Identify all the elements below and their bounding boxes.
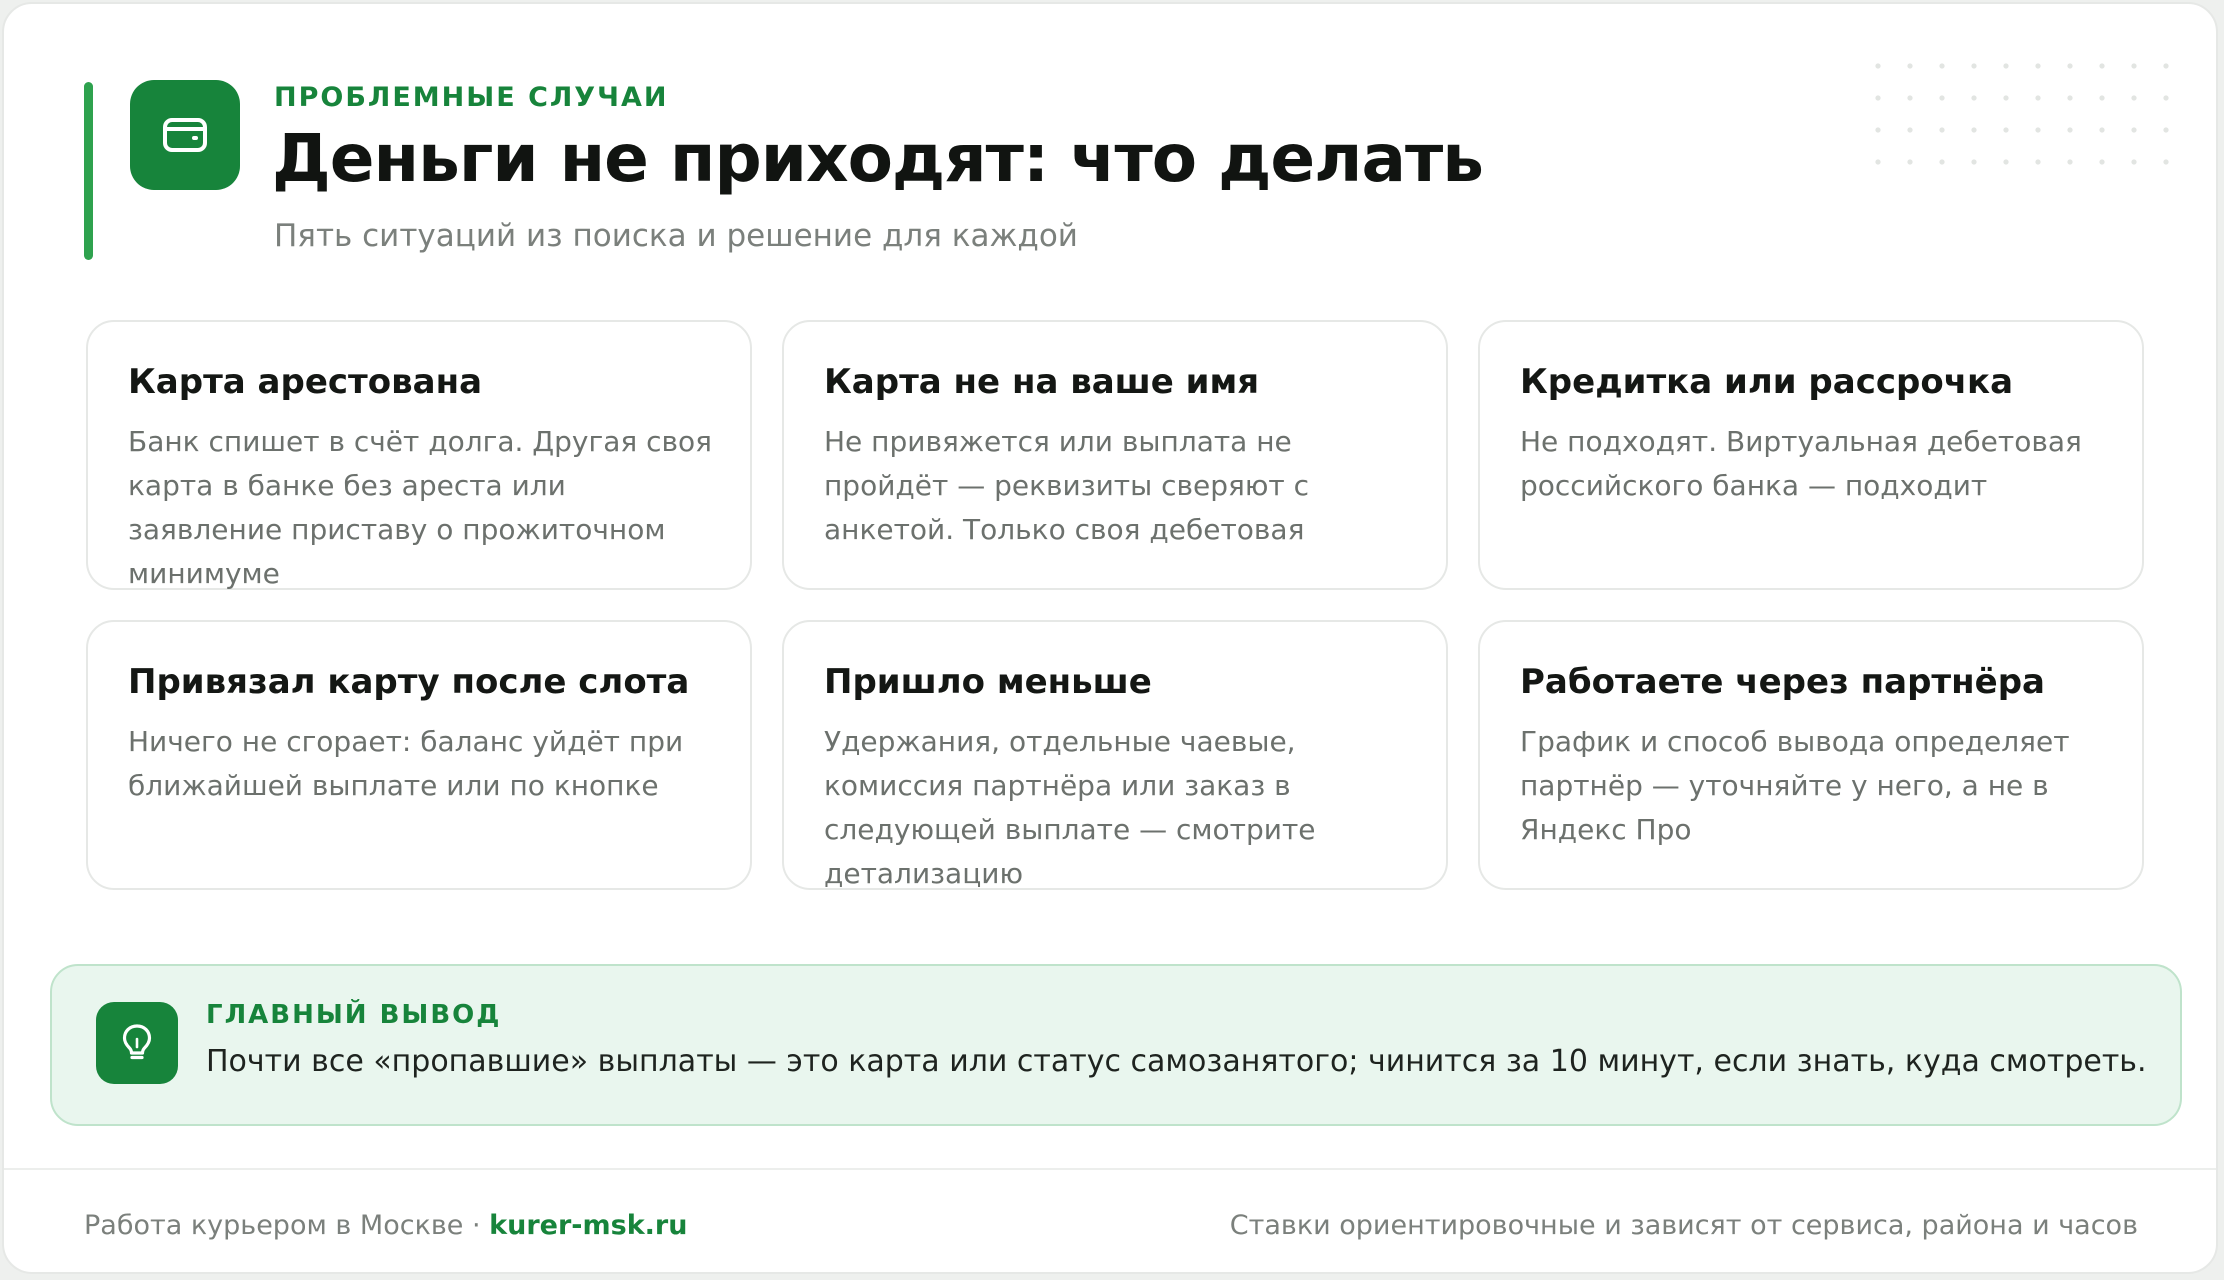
page-title: Деньги не приходят: что делать (272, 120, 1484, 197)
footer-brand-text: Работа курьером в Москве · (84, 1210, 490, 1241)
case-card-text: Ничего не сгорает: баланс уйдёт при ближ… (128, 725, 684, 802)
case-card-text: График и способ вывода определяет партнё… (1520, 725, 2070, 846)
case-card-title: Пришло меньше (824, 662, 1152, 702)
key-takeaway-callout: ГЛАВНЫЙ ВЫВОД Почти все «пропавшие» выпл… (50, 964, 2182, 1126)
case-card-text: Удержания, отдельные чаевые, комиссия па… (824, 725, 1316, 890)
cases-grid: Карта арестована Банк спишет в счёт долг… (86, 320, 2146, 890)
lightbulb-icon (96, 1002, 178, 1084)
footer-site-link[interactable]: kurer-msk.ru (489, 1210, 687, 1241)
accent-bar (84, 82, 93, 260)
case-card-title: Кредитка или рассрочка (1520, 362, 2014, 402)
infographic-card: ПРОБЛЕМНЫЕ СЛУЧАИ Деньги не приходят: чт… (2, 2, 2218, 1274)
case-card: Карта не на ваше имя Не привяжется или в… (782, 320, 1448, 590)
callout-text: Почти все «пропавшие» выплаты — это карт… (206, 1044, 2147, 1079)
case-card-text: Не привяжется или выплата не пройдёт — р… (824, 425, 1310, 546)
case-card-title: Карта арестована (128, 362, 483, 402)
callout-label: ГЛАВНЫЙ ВЫВОД (206, 1000, 502, 1030)
case-card: Карта арестована Банк спишет в счёт долг… (86, 320, 752, 590)
page-subtitle: Пять ситуаций из поиска и решение для ка… (274, 218, 1078, 254)
footer-disclaimer: Ставки ориентировочные и зависят от серв… (1229, 1210, 2138, 1241)
case-card-text: Не подходят. Виртуальная дебетовая росси… (1520, 425, 2082, 502)
case-card-text: Банк спишет в счёт долга. Другая своя ка… (128, 425, 712, 590)
case-card-title: Привязал карту после слота (128, 662, 690, 702)
footer-brand: Работа курьером в Москве · kurer-msk.ru (84, 1210, 687, 1241)
dot-pattern-decoration (1862, 50, 2172, 190)
case-card-title: Карта не на ваше имя (824, 362, 1260, 402)
case-card: Работаете через партнёра График и способ… (1478, 620, 2144, 890)
case-card-title: Работаете через партнёра (1520, 662, 2045, 702)
case-card: Пришло меньше Удержания, отдельные чаевы… (782, 620, 1448, 890)
section-eyebrow: ПРОБЛЕМНЫЕ СЛУЧАИ (274, 82, 669, 113)
case-card: Кредитка или рассрочка Не подходят. Вирт… (1478, 320, 2144, 590)
wallet-icon (130, 80, 240, 190)
case-card: Привязал карту после слота Ничего не сго… (86, 620, 752, 890)
footer-divider (4, 1168, 2216, 1170)
